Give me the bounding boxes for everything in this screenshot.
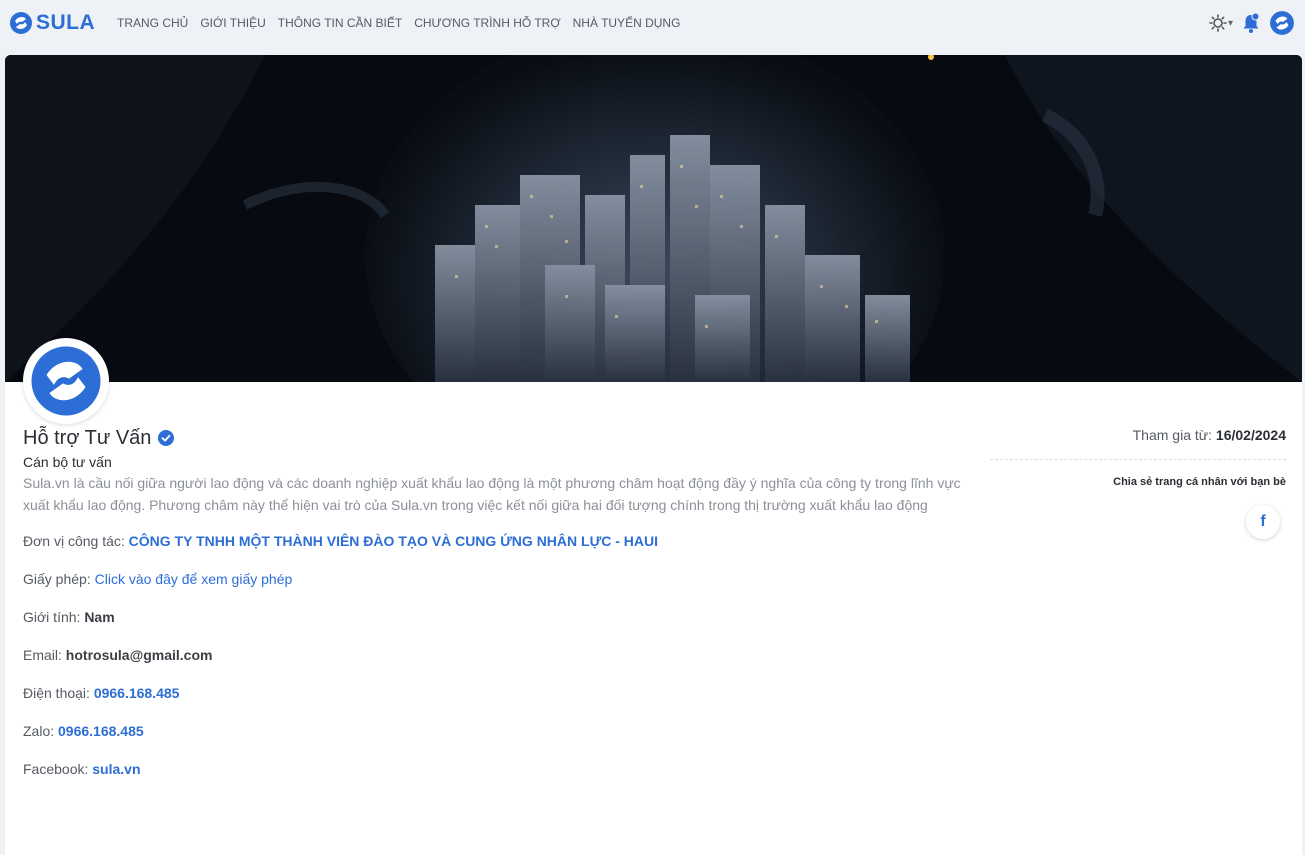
facebook-row: Facebook: sula.vn [23, 750, 963, 788]
gender-label: Giới tính: [23, 609, 81, 625]
profile-role: Cán bộ tư vấn [23, 454, 112, 470]
divider [990, 459, 1286, 460]
email-label: Email: [23, 647, 62, 663]
profile-info: Hỗ trợ Tư Vấn Cán bộ tư vấn Sula.vn là c… [23, 425, 963, 788]
nav-item-support-programs[interactable]: CHƯƠNG TRÌNH HỖ TRỢ [414, 16, 560, 30]
joined-date: Tham gia từ: 16/02/2024 [986, 427, 1286, 443]
zalo-label: Zalo: [23, 723, 55, 739]
sula-logo-icon [31, 346, 101, 416]
profile-avatar [23, 338, 109, 424]
sula-logo-icon [1270, 11, 1294, 35]
facebook-icon: f [1260, 513, 1266, 530]
top-navbar: SULA TRANG CHỦ GIỚI THIỆU THÔNG TIN CẦN … [0, 0, 1305, 48]
joined-value: 16/02/2024 [1215, 427, 1286, 443]
license-row: Giấy phép: Click vào đây để xem giấy phé… [23, 560, 963, 598]
user-avatar-button[interactable] [1269, 10, 1295, 36]
email-value: hotrosula@gmail.com [65, 647, 213, 663]
email-row: Email: hotrosula@gmail.com [23, 636, 963, 674]
joined-label: Tham gia từ: [1132, 427, 1213, 443]
chevron-down-icon: ▾ [1227, 17, 1233, 29]
phone-label: Điện thoại: [23, 685, 90, 701]
facebook-link[interactable]: sula.vn [92, 761, 140, 777]
profile-card: Hỗ trợ Tư Vấn Cán bộ tư vấn Sula.vn là c… [5, 55, 1302, 855]
toolbar-right: ▾ [1209, 8, 1295, 38]
license-link[interactable]: Click vào đây để xem giấy phép [95, 571, 293, 587]
nav-item-home[interactable]: TRANG CHỦ [117, 16, 188, 30]
city-cover-illustration [5, 55, 1302, 382]
side-panel: Tham gia từ: 16/02/2024 Chia sẻ trang cá… [986, 427, 1286, 539]
profile-bio: Sula.vn là cầu nối giữa người lao động v… [23, 475, 961, 513]
sula-logo-icon [10, 12, 32, 34]
bell-icon [1243, 12, 1260, 33]
zalo-link[interactable]: 0966.168.485 [58, 723, 144, 739]
sun-icon [1209, 14, 1227, 32]
nav-item-info[interactable]: THÔNG TIN CẦN BIẾT [278, 16, 402, 30]
company-link[interactable]: CÔNG TY TNHH MỘT THÀNH VIÊN ĐÀO TẠO VÀ C… [129, 533, 658, 549]
cover-image [5, 55, 1302, 382]
name-row: Hỗ trợ Tư Vấn [23, 425, 963, 451]
gender-value: Nam [84, 609, 115, 625]
company-label: Đơn vị công tác: [23, 533, 125, 549]
profile-name: Hỗ trợ Tư Vấn [23, 426, 152, 449]
nav-item-about[interactable]: GIỚI THIỆU [200, 16, 265, 30]
nav-item-employers[interactable]: NHÀ TUYỂN DỤNG [573, 16, 681, 30]
verified-badge-icon [158, 430, 175, 446]
theme-toggle-button[interactable]: ▾ [1209, 14, 1233, 32]
company-row: Đơn vị công tác: CÔNG TY TNHH MỘT THÀNH … [23, 522, 963, 560]
license-label: Giấy phép: [23, 571, 91, 587]
main-nav: TRANG CHỦ GIỚI THIỆU THÔNG TIN CẦN BIẾT … [117, 16, 692, 30]
brand-name: SULA [36, 11, 96, 34]
phone-link[interactable]: 0966.168.485 [94, 685, 180, 701]
brand-logo-link[interactable]: SULA [9, 9, 95, 37]
facebook-label: Facebook: [23, 761, 89, 777]
share-label: Chia sẻ trang cá nhân với bạn bè [1113, 476, 1286, 488]
share-facebook-button[interactable]: f [1246, 505, 1280, 539]
gender-row: Giới tính: Nam [23, 598, 963, 636]
phone-row: Điện thoại: 0966.168.485 [23, 674, 963, 712]
zalo-row: Zalo: 0966.168.485 [23, 712, 963, 750]
notification-button[interactable] [1241, 12, 1261, 34]
